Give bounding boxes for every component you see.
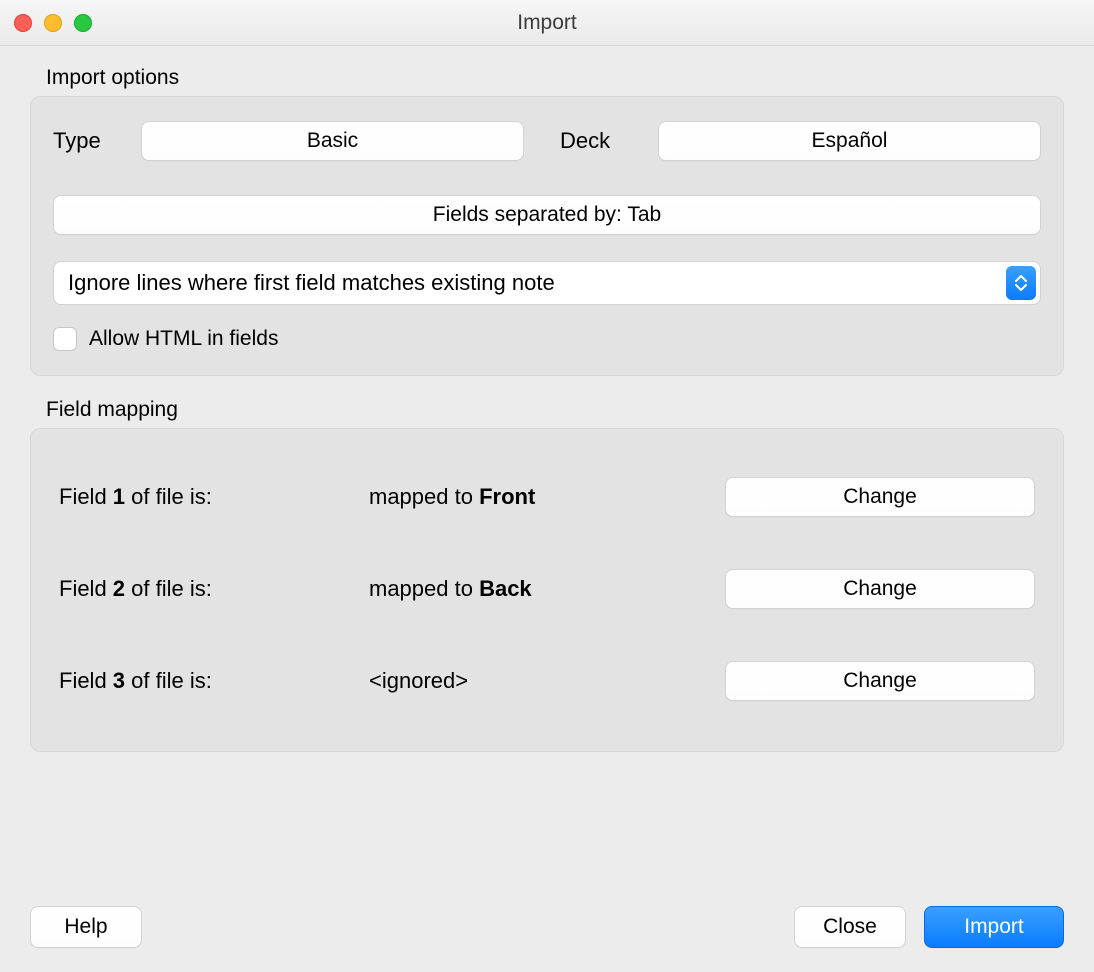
text: mapped to: [369, 576, 479, 601]
field-mapping-target: mapped to Back: [369, 576, 725, 602]
field-mapping-target: mapped to Front: [369, 484, 725, 510]
import-behavior-select[interactable]: Ignore lines where first field matches e…: [53, 261, 1041, 305]
close-window-icon[interactable]: [14, 14, 32, 32]
field-mapping-row: Field 2 of file is: mapped to Back Chang…: [59, 569, 1035, 609]
import-options-group: Type Basic Deck Español Fields separated…: [30, 96, 1064, 376]
deck-selector-button[interactable]: Español: [658, 121, 1041, 161]
dropdown-caret-icon: [1006, 266, 1036, 300]
type-value: Basic: [307, 129, 358, 153]
import-options-label: Import options: [46, 66, 1058, 90]
zoom-window-icon[interactable]: [74, 14, 92, 32]
button-label: Change: [843, 577, 917, 601]
text: of file is:: [125, 668, 212, 693]
type-deck-row: Type Basic Deck Español: [53, 121, 1041, 161]
field-mapping-label: Field mapping: [46, 398, 1058, 422]
type-label: Type: [53, 128, 123, 154]
fields-separator-button[interactable]: Fields separated by: Tab: [53, 195, 1041, 235]
field-number: 2: [113, 576, 125, 601]
field-mapping-left: Field 2 of file is:: [59, 576, 369, 602]
footer-right: Close Import: [794, 906, 1064, 948]
change-mapping-button[interactable]: Change: [725, 569, 1035, 609]
dialog-footer: Help Close Import: [0, 906, 1094, 972]
allow-html-label: Allow HTML in fields: [89, 327, 278, 351]
field-mapping-target: <ignored>: [369, 668, 725, 694]
window-controls: [14, 14, 92, 32]
field-mapping-left: Field 1 of file is:: [59, 484, 369, 510]
text: Field: [59, 576, 113, 601]
button-label: Change: [843, 669, 917, 693]
import-behavior-value: Ignore lines where first field matches e…: [68, 270, 555, 296]
field-number: 3: [113, 668, 125, 693]
import-button[interactable]: Import: [924, 906, 1064, 948]
titlebar: Import: [0, 0, 1094, 46]
field-mapping-group: Field 1 of file is: mapped to Front Chan…: [30, 428, 1064, 752]
change-mapping-button[interactable]: Change: [725, 661, 1035, 701]
field-number: 1: [113, 484, 125, 509]
close-button[interactable]: Close: [794, 906, 906, 948]
mapped-field: Back: [479, 576, 532, 601]
field-mapping-row: Field 1 of file is: mapped to Front Chan…: [59, 477, 1035, 517]
text: mapped to: [369, 484, 479, 509]
minimize-window-icon[interactable]: [44, 14, 62, 32]
button-label: Help: [64, 915, 107, 939]
type-selector-button[interactable]: Basic: [141, 121, 524, 161]
text: <ignored>: [369, 668, 468, 693]
text: of file is:: [125, 484, 212, 509]
content-area: Import options Type Basic Deck Español F…: [0, 46, 1094, 772]
button-label: Close: [823, 915, 877, 939]
allow-html-checkbox[interactable]: [53, 327, 77, 351]
fields-separator-value: Fields separated by: Tab: [433, 203, 661, 227]
help-button[interactable]: Help: [30, 906, 142, 948]
button-label: Change: [843, 485, 917, 509]
window-title: Import: [0, 11, 1094, 35]
text: Field: [59, 668, 113, 693]
field-mapping-row: Field 3 of file is: <ignored> Change: [59, 661, 1035, 701]
deck-value: Español: [812, 129, 888, 153]
button-label: Import: [964, 915, 1024, 939]
deck-label: Deck: [560, 128, 640, 154]
text: Field: [59, 484, 113, 509]
mapped-field: Front: [479, 484, 535, 509]
text: of file is:: [125, 576, 212, 601]
field-mapping-left: Field 3 of file is:: [59, 668, 369, 694]
change-mapping-button[interactable]: Change: [725, 477, 1035, 517]
allow-html-row: Allow HTML in fields: [53, 327, 1041, 351]
